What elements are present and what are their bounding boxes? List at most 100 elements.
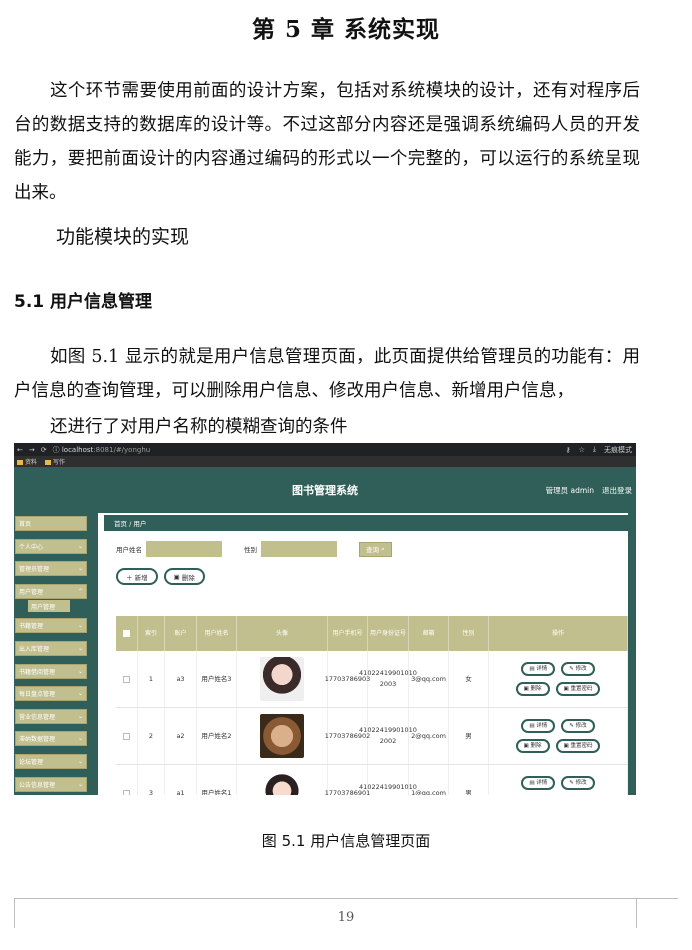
detail-icon: ▤ xyxy=(529,665,535,672)
search-icon: ⌕ xyxy=(381,544,385,553)
page-number: 19 xyxy=(337,910,355,925)
body-paragraph-tail: 还进行了对用户名称的模糊查询的条件 xyxy=(50,417,348,437)
cell-gender: 男 xyxy=(449,765,489,795)
sidebar-item-books: 书籍管理 ⌄ xyxy=(15,618,87,634)
sidebar-item-users: 用户管理 ⌃ xyxy=(15,583,87,599)
main-content: 首页 / 用户 用户姓名 性别 查询 ⌕ ＋ 新增 ▣ 删除 索引 账户 用户姓… xyxy=(98,513,636,795)
sidebar-item-home: 首页 xyxy=(15,516,87,531)
reload-icon: ⟳ xyxy=(40,445,47,454)
cell-name: 用户姓名3 xyxy=(197,651,237,707)
search-row: 用户姓名 性别 查询 ⌕ xyxy=(116,541,636,557)
subsection-heading: 5.1 用户信息管理 xyxy=(14,292,153,312)
chevron-down-icon: ⌄ xyxy=(77,667,83,675)
bookmark-item: 写作 xyxy=(45,457,65,466)
delete-button: ▣ 删除 xyxy=(163,568,205,585)
table-header: 索引 账户 用户姓名 头像 用户手机号 用户身份证号 邮箱 性别 操作 xyxy=(116,616,628,651)
sidebar-item-stock: 出入库管理 ⌄ xyxy=(15,640,87,656)
cell-gender: 女 xyxy=(449,651,489,707)
chevron-down-icon: ⌄ xyxy=(77,780,83,788)
key-icon: ⚷ xyxy=(565,445,571,454)
table-row: 3 a1 用户姓名1 17703786901 41022419901010 20… xyxy=(116,765,628,795)
column-header: 邮箱 xyxy=(409,616,449,651)
query-button: 查询 ⌕ xyxy=(359,541,392,557)
sidebar-item-borrow: 书籍借阅管理 ⌄ xyxy=(15,663,87,679)
star-icon: ☆ xyxy=(578,445,585,454)
column-header: 操作 xyxy=(489,616,628,651)
edit-button: ✎ 修改 xyxy=(561,662,595,676)
reset-icon: ▣ xyxy=(563,742,569,749)
edit-icon: ✎ xyxy=(569,722,574,729)
body-paragraph: 如图 5.1 显示的就是用户信息管理页面，此页面提供给管理员的功能有：用户信息的… xyxy=(14,347,640,401)
sidebar-item-admin: 管理员管理 ⌄ xyxy=(15,561,87,577)
figure-screenshot: ← → ⟳ ⓘ localhost:8081/#/yonghu ⚷ ☆ ⤓ 无痕… xyxy=(14,443,636,795)
cell-index: 2 xyxy=(138,708,165,764)
bookmarks-bar: 资料 写作 xyxy=(14,456,636,467)
detail-icon: ▤ xyxy=(529,779,535,786)
sidebar-item-business: 营业信息管理 ⌄ xyxy=(15,708,87,724)
gender-search-label: 性别 xyxy=(244,546,257,554)
table-row: 1 a3 用户姓名3 17703786903 41022419901010 20… xyxy=(116,651,628,708)
intro-paragraph: 这个环节需要使用前面的设计方案，包括对系统模块的设计，还有对程序后台的数据支持的… xyxy=(14,81,640,203)
table-row: 2 a2 用户姓名2 17703786902 41022419901010 20… xyxy=(116,708,628,765)
detail-button: ▤ 详情 xyxy=(521,776,556,790)
scrollbar xyxy=(628,513,636,795)
column-header: 头像 xyxy=(237,616,328,651)
name-search-input xyxy=(146,541,222,557)
chevron-down-icon: ⌄ xyxy=(77,735,83,743)
folder-icon xyxy=(17,460,23,465)
user-table: 索引 账户 用户姓名 头像 用户手机号 用户身份证号 邮箱 性别 操作 1 a3… xyxy=(116,616,628,795)
reset-password-button: ▣ 重置密码 xyxy=(555,739,601,753)
column-header: 用户身份证号 xyxy=(368,616,409,651)
section-heading: 功能模块的实现 xyxy=(56,226,190,248)
cell-account: a1 xyxy=(165,765,197,795)
row-delete-button: ▣ 删除 xyxy=(515,682,550,696)
column-header: 账户 xyxy=(165,616,197,651)
sidebar-item-inventory: 每日盘点管理 ⌄ xyxy=(15,686,87,702)
cell-gender: 男 xyxy=(449,708,489,764)
reset-password-button: ▣ 重置密码 xyxy=(555,682,601,696)
chevron-down-icon: ⌄ xyxy=(77,690,83,698)
sidebar-item-notice: 公告信息管理 ⌄ xyxy=(15,776,87,792)
column-header: 用户姓名 xyxy=(197,616,237,651)
figure-caption: 图 5.1 用户信息管理页面 xyxy=(261,832,431,850)
sidebar-subitem-users: 用户管理 xyxy=(28,600,70,613)
column-header: 索引 xyxy=(138,616,165,651)
app-window: 图书管理系统 管理员 admin 退出登录 首页 个人中心 ⌄ 管理员管理 ⌄ 用户… xyxy=(14,467,636,795)
trash-icon: ▣ xyxy=(523,685,529,692)
chevron-down-icon: ⌄ xyxy=(77,565,83,573)
reset-icon: ▣ xyxy=(563,685,569,692)
cell-account: a2 xyxy=(165,708,197,764)
name-search-label: 用户姓名 xyxy=(116,546,142,554)
edit-icon: ✎ xyxy=(569,665,574,672)
app-title: 图书管理系统 xyxy=(292,484,358,497)
forward-icon: → xyxy=(28,445,35,454)
cell-account: a3 xyxy=(165,651,197,707)
folder-icon xyxy=(45,460,52,465)
detail-button: ▤ 详情 xyxy=(521,662,556,676)
sidebar: 首页 个人中心 ⌄ 管理员管理 ⌄ 用户管理 ⌃ 用户管理 书籍管理 ⌄ 出入库管理 ⌄ … xyxy=(14,513,98,795)
cell-name: 用户姓名2 xyxy=(197,708,237,764)
sidebar-item-forum: 论坛管理 ⌄ xyxy=(15,753,87,769)
sidebar-item-overdue: 滞纳数据管理 ⌄ xyxy=(15,731,87,747)
avatar xyxy=(260,771,304,795)
detail-icon: ▤ xyxy=(529,722,535,729)
row-checkbox xyxy=(123,675,130,683)
back-icon: ← xyxy=(17,445,23,454)
chapter-title: 第 5 章 系统实现 xyxy=(251,16,441,43)
chevron-up-icon: ⌃ xyxy=(77,587,83,595)
avatar xyxy=(260,714,304,758)
logout-link: 退出登录 xyxy=(602,485,632,495)
browser-toolbar: ← → ⟳ ⓘ localhost:8081/#/yonghu ⚷ ☆ ⤓ 无痕… xyxy=(14,443,636,456)
detail-button: ▤ 详情 xyxy=(521,719,556,733)
edit-button: ✎ 修改 xyxy=(561,776,595,790)
chevron-down-icon: ⌄ xyxy=(77,622,83,630)
footer-divider xyxy=(14,898,678,899)
cell-index: 3 xyxy=(138,765,165,795)
edit-button: ✎ 修改 xyxy=(561,719,595,733)
cell-email: 2@qq.com xyxy=(409,708,449,764)
chevron-down-icon: ⌄ xyxy=(77,757,83,765)
cell-name: 用户姓名1 xyxy=(197,765,237,795)
app-header: 图书管理系统 管理员 admin 退出登录 xyxy=(14,467,636,513)
edit-icon: ✎ xyxy=(569,779,574,786)
cell-email: 1@qq.com xyxy=(409,765,449,795)
